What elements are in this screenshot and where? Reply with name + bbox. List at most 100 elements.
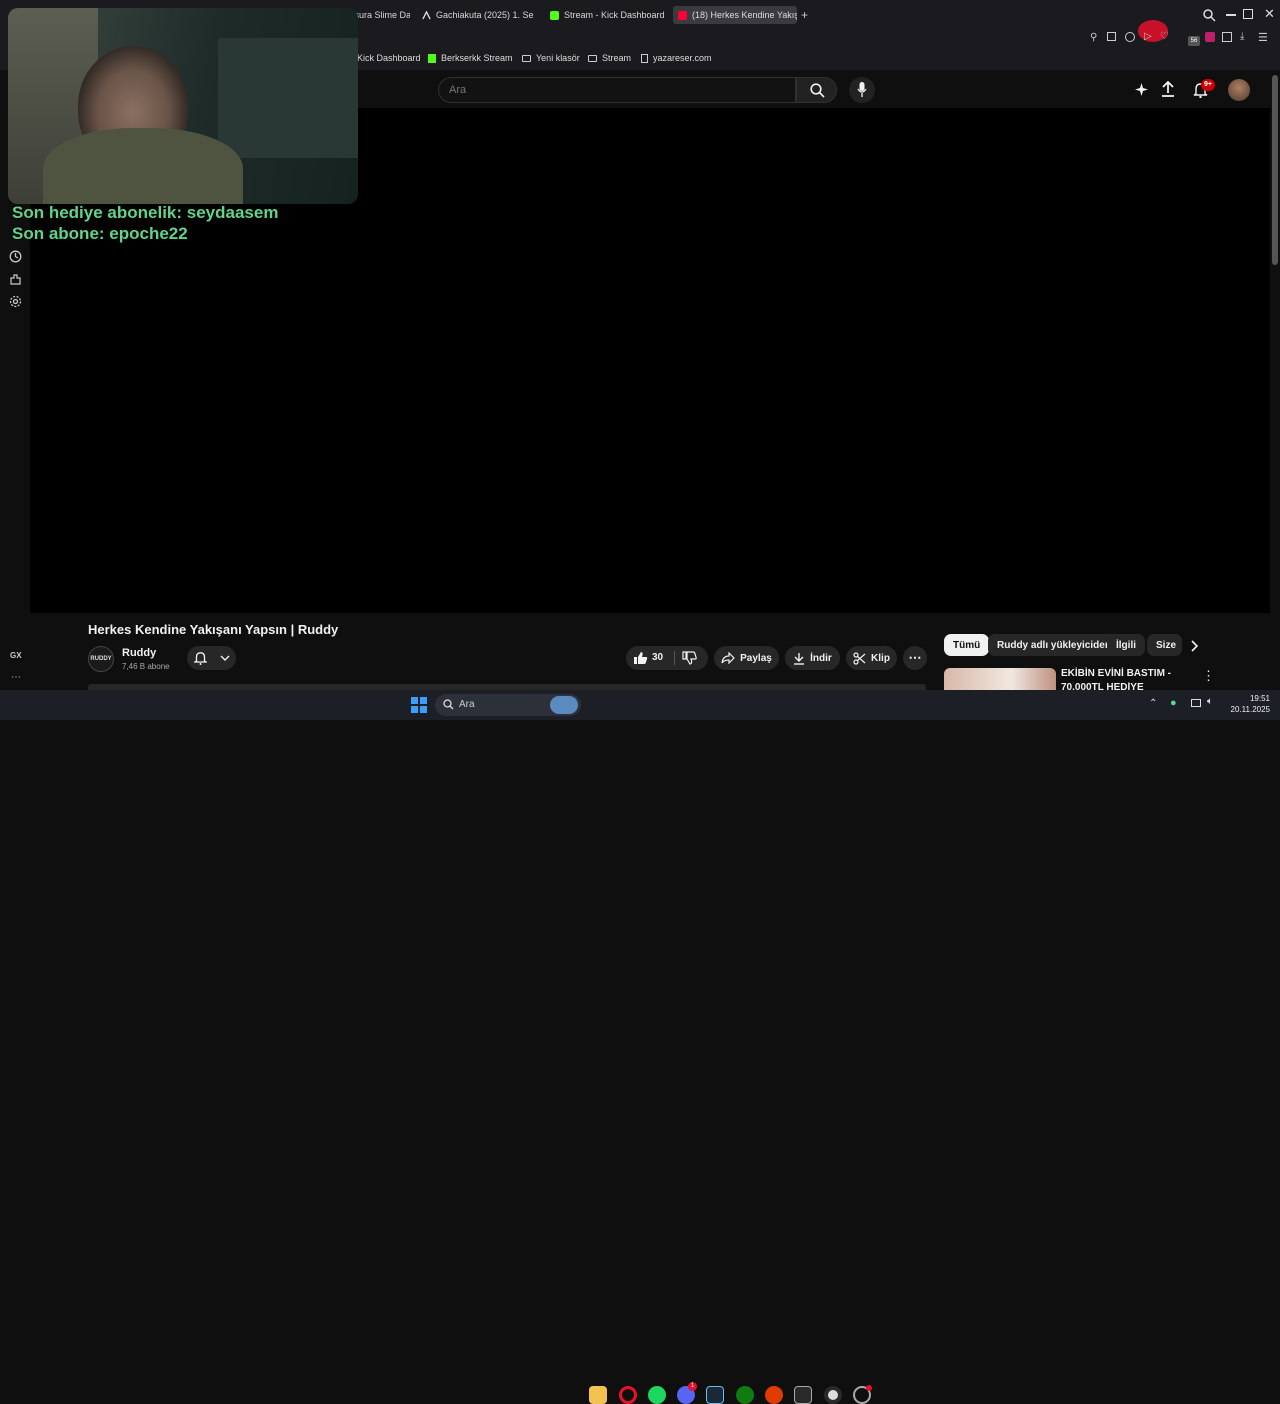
like-dislike-group: 30	[626, 646, 708, 670]
bed-background	[218, 38, 358, 158]
search-tabs-icon[interactable]	[1202, 8, 1216, 22]
obs-icon[interactable]	[824, 1386, 842, 1404]
notification-badge: 9+	[1201, 79, 1215, 91]
pin-icon[interactable]: ⚲	[1090, 32, 1097, 43]
last-sub-text: Son abone: epoche22	[12, 224, 188, 243]
play-icon[interactable]: ▷	[1144, 31, 1152, 42]
chip-for-you[interactable]: Size	[1147, 634, 1182, 656]
recommended-thumbnail[interactable]	[944, 668, 1056, 690]
windows-taskbar: Ara 1 ⌃ ● 🔈︎ 19:51 20.11.2025	[0, 690, 1280, 1404]
clock-date[interactable]: 20.11.2025	[1226, 705, 1270, 714]
channel-name[interactable]: Ruddy	[122, 647, 156, 659]
settings-gear-icon[interactable]	[9, 295, 22, 308]
search-input[interactable]	[439, 78, 795, 102]
recommended-title-line2[interactable]: 70.000TL HEDİYE	[1061, 682, 1144, 690]
gx-corner-label[interactable]: GX	[10, 651, 22, 660]
taskbar-search-placeholder: Ara	[459, 699, 475, 710]
xbox-icon[interactable]	[736, 1386, 754, 1404]
recommended-title-line1[interactable]: EKİBİN EVİNİ BASTIM -	[1061, 668, 1171, 679]
heart-icon[interactable]: ♡	[1160, 31, 1169, 42]
bookmark-yeni-klasor[interactable]: Yeni klasör	[522, 53, 580, 63]
download-icon[interactable]: ⤓	[1240, 31, 1244, 42]
share-button[interactable]: Paylaş	[714, 646, 779, 670]
extension-badge[interactable]: 56	[1188, 36, 1200, 46]
close-window-button[interactable]: ✕	[1264, 6, 1275, 22]
tab-youtube-active[interactable]: (18) Herkes Kendine Yakışanı	[673, 6, 797, 24]
discord-badge: 1	[688, 1382, 697, 1391]
youtube-icon	[678, 10, 687, 20]
like-button[interactable]	[633, 651, 648, 665]
extensions-icon[interactable]	[9, 273, 22, 286]
maximize-button[interactable]	[1243, 9, 1253, 19]
subscription-bell-button[interactable]	[187, 646, 236, 670]
taskbar-search-box[interactable]: Ara	[435, 694, 581, 716]
more-actions-button[interactable]: ⋯	[903, 646, 927, 670]
bookmark-label: Stream	[602, 53, 632, 63]
search-icon	[443, 699, 454, 710]
bookmark-berkserkk-stream[interactable]: Berkserkk Stream	[428, 53, 513, 63]
folder-icon	[588, 54, 597, 62]
chip-related[interactable]: İlgili	[1107, 634, 1145, 656]
clip-label: Klip	[871, 652, 890, 664]
tab-gachiakuta[interactable]: Gachiakuta (2025) 1. Sezon	[422, 6, 534, 24]
channel-avatar[interactable]: RUDDY	[88, 646, 114, 672]
chip-from-uploader[interactable]: Ruddy adlı yükleyiciden	[988, 634, 1120, 656]
shield-icon[interactable]	[1125, 32, 1135, 42]
upload-icon[interactable]	[1161, 81, 1175, 97]
easy-setup-icon[interactable]: ☰	[1258, 31, 1268, 44]
chevron-right-icon[interactable]	[1190, 640, 1198, 652]
search-icon	[810, 83, 825, 98]
steam-icon[interactable]	[706, 1386, 724, 1404]
history-icon[interactable]	[9, 250, 22, 263]
tray-volume-icon[interactable]: 🔈︎	[1207, 696, 1213, 707]
download-label: İndir	[810, 652, 832, 664]
minimize-button[interactable]	[1226, 14, 1236, 16]
extension-icon[interactable]	[1205, 32, 1215, 42]
tray-microphone-icon[interactable]: ●	[1170, 697, 1177, 709]
tab-label: (18) Herkes Kendine Yakışanı	[692, 10, 797, 20]
ea-app-icon[interactable]	[765, 1386, 783, 1404]
kick-icon	[428, 53, 436, 63]
tray-network-icon[interactable]	[1191, 699, 1201, 707]
create-icon[interactable]	[1134, 82, 1149, 97]
spotify-icon[interactable]	[648, 1386, 666, 1404]
bookmark-label: Yeni klasör	[536, 53, 580, 63]
tab-kick-dashboard[interactable]: Stream - Kick Dashboard	[550, 6, 665, 24]
voice-search-button[interactable]	[849, 77, 875, 103]
windows-start-icon[interactable]	[411, 697, 427, 713]
notification-dot	[866, 1385, 872, 1391]
new-tab-button[interactable]: +	[801, 8, 808, 22]
wallet-icon[interactable]	[1222, 32, 1232, 42]
site-icon	[422, 10, 431, 20]
bookmark-label: Berkserkk Stream	[441, 53, 513, 63]
search-box[interactable]	[438, 77, 796, 103]
bookmark-yazareser[interactable]: yazareser.com	[641, 53, 712, 63]
epic-games-icon[interactable]	[794, 1386, 812, 1404]
subscriber-count: 7,46 B abone	[122, 662, 170, 671]
user-avatar[interactable]	[1228, 79, 1250, 101]
more-options-icon[interactable]: ⋯	[11, 672, 21, 683]
clip-button[interactable]: Klip	[846, 646, 897, 670]
bookmark-label: Kick Dashboard	[357, 53, 421, 63]
tab-label: Gachiakuta (2025) 1. Sezon	[436, 10, 534, 20]
like-count: 30	[652, 652, 664, 663]
download-button[interactable]: İndir	[785, 646, 840, 670]
recommended-menu-icon[interactable]: ⋮	[1202, 668, 1215, 684]
page-scrollbar[interactable]	[1272, 75, 1278, 265]
chip-all[interactable]: Tümü	[944, 634, 990, 656]
dislike-button[interactable]	[682, 651, 697, 665]
bookmark-label: yazareser.com	[653, 53, 712, 63]
bookmark-kick-dashboard[interactable]: Kick Dashboard	[357, 53, 421, 63]
snapshot-icon[interactable]	[1107, 32, 1116, 41]
share-label: Paylaş	[740, 652, 772, 664]
bookmark-stream[interactable]: Stream	[588, 53, 631, 63]
clock-time[interactable]: 19:51	[1226, 694, 1270, 703]
search-highlight-icon	[550, 696, 578, 714]
tray-chevron-up-icon[interactable]: ⌃	[1149, 698, 1157, 709]
page-icon	[641, 53, 648, 63]
opera-gx-icon[interactable]	[619, 1386, 637, 1404]
file-explorer-icon[interactable]	[589, 1386, 607, 1404]
browser-sidebar: GX ⋯	[0, 190, 30, 690]
streamer-shirt	[43, 128, 243, 204]
search-button[interactable]	[796, 77, 837, 103]
